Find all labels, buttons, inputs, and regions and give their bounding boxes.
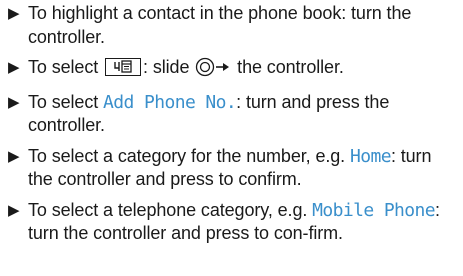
display-term-mobile-phone: Mobile Phone xyxy=(312,199,435,221)
display-term-home: Home xyxy=(349,145,392,167)
display-term-add-phone-no: Add Phone No. xyxy=(103,91,237,113)
step-2-text-b: : slide xyxy=(143,57,195,77)
step-3-text-a: To select xyxy=(28,91,104,112)
bullet-arrow-icon: ▶ xyxy=(8,201,20,219)
step-4-text-a: To select a category for the number, e.g… xyxy=(28,145,350,166)
step-5: ▶ To select a telephone category, e.g. M… xyxy=(6,199,458,246)
step-4: ▶ To select a category for the number, e… xyxy=(6,145,458,192)
step-2-text-a: To select xyxy=(28,57,104,77)
bullet-arrow-icon: ▶ xyxy=(8,93,20,111)
bullet-arrow-icon: ▶ xyxy=(8,5,20,22)
controller-slide-right-icon xyxy=(195,57,231,84)
step-1-text: To highlight a contact in the phone book… xyxy=(28,3,412,47)
step-2: ▶ To select : slide the controller. xyxy=(6,56,458,84)
bullet-arrow-icon: ▶ xyxy=(8,147,20,165)
step-1: ▶ To highlight a contact in the phone bo… xyxy=(6,2,458,49)
instruction-list: ▶ To highlight a contact in the phone bo… xyxy=(6,2,458,253)
step-2-text-c: the controller. xyxy=(232,57,344,77)
bullet-arrow-icon: ▶ xyxy=(8,59,20,76)
step-5-text-a: To select a telephone category, e.g. xyxy=(28,199,313,220)
menu-symbol-icon xyxy=(105,58,142,76)
step-3: ▶ To select Add Phone No.: turn and pres… xyxy=(6,91,458,138)
